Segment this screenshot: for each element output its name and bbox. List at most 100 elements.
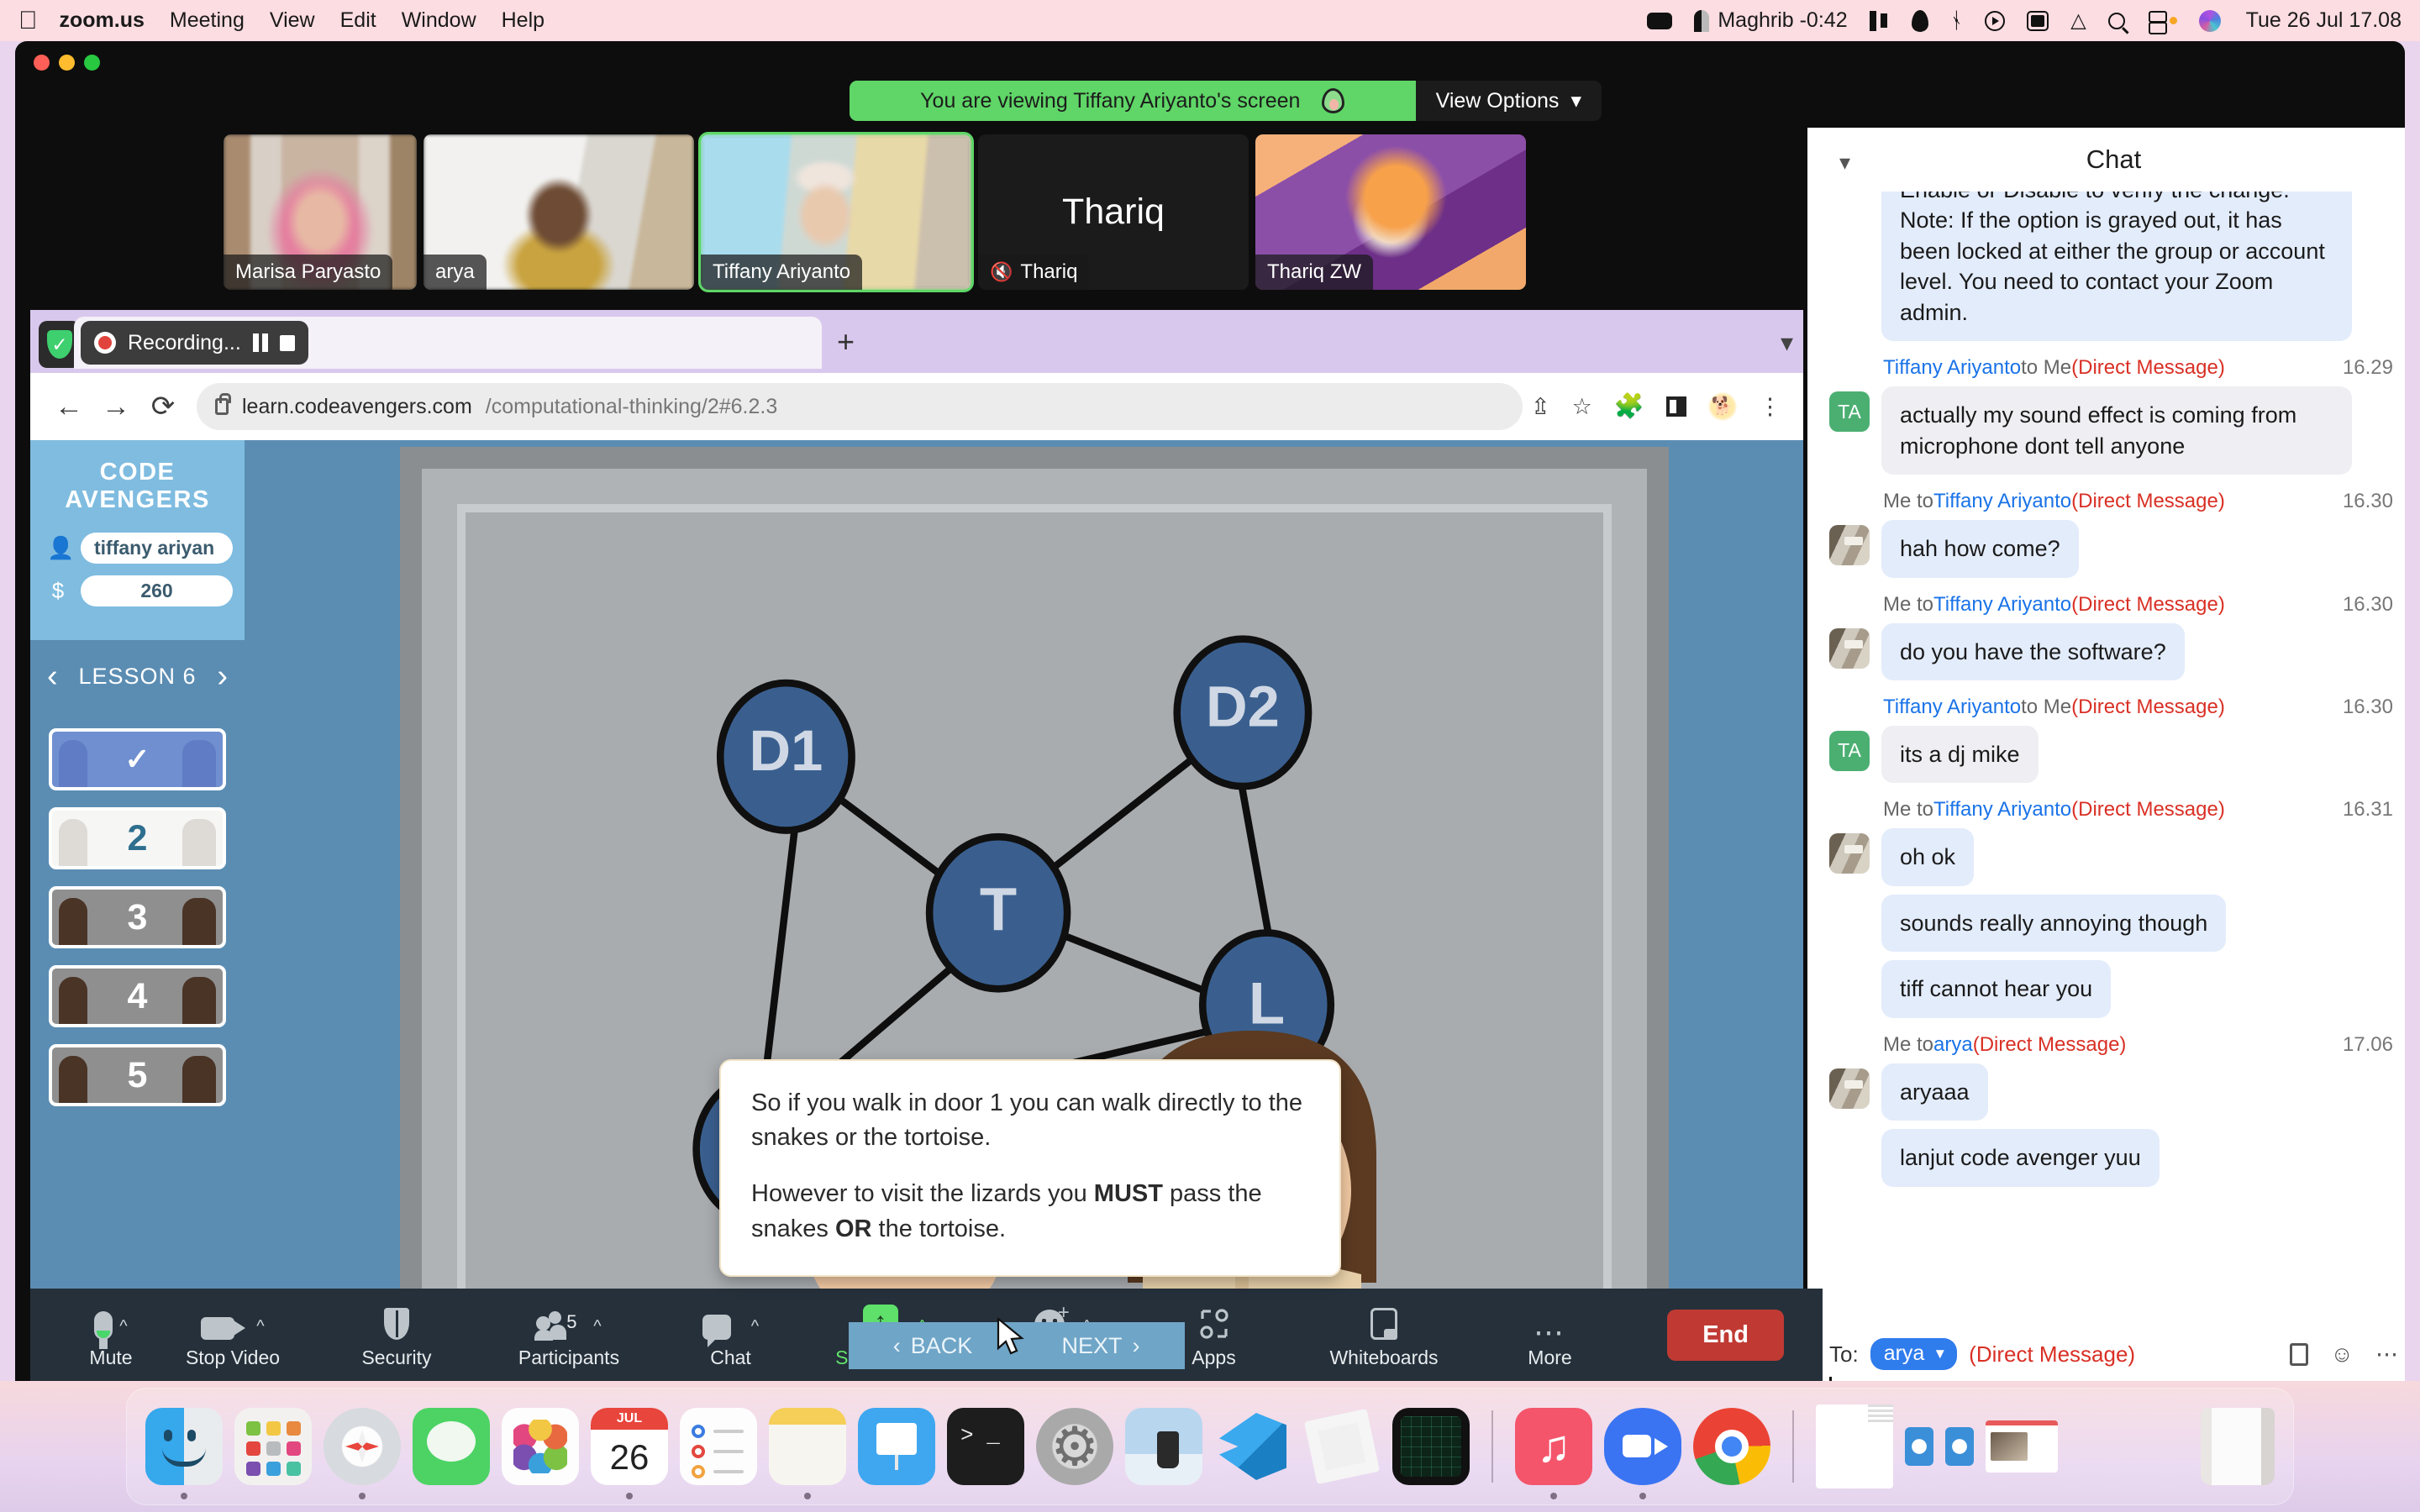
toolbar-participants[interactable]: 5 ^ Participants <box>481 1301 657 1369</box>
chat-message: TA its a dj mike <box>1829 725 2398 784</box>
bluetooth-icon[interactable]: ᛀ <box>1950 8 1964 34</box>
toolbar-security[interactable]: Security <box>313 1301 481 1369</box>
dog-extension-icon[interactable] <box>1708 392 1737 421</box>
stop-recording-button[interactable] <box>279 334 295 351</box>
next-lesson-button[interactable]: › <box>217 659 228 695</box>
recording-controls[interactable]: Recording... <box>81 321 308 365</box>
chevron-down-icon[interactable]: ▾ <box>1839 150 1850 176</box>
menubar-clock[interactable]: Tue 26 Jul 17.08 <box>2246 8 2402 33</box>
dock-terminal-icon[interactable] <box>947 1408 1024 1485</box>
chrome-menu-icon[interactable]: ⋮ <box>1759 394 1781 420</box>
search-icon[interactable] <box>2107 12 2125 29</box>
screen-record-icon[interactable] <box>1647 12 1673 29</box>
dock-finder-icon[interactable] <box>145 1408 223 1499</box>
new-tab-button[interactable]: + <box>837 327 855 357</box>
minimize-window-button[interactable] <box>59 55 75 71</box>
dock-music-icon[interactable] <box>1515 1408 1592 1499</box>
video-tile-marisa[interactable]: Marisa Paryasto <box>224 134 417 290</box>
dock-calendar-icon[interactable]: JUL 26 <box>591 1408 668 1499</box>
browser-reload-button[interactable]: ⟳ <box>139 390 187 423</box>
menu-window[interactable]: Window <box>402 8 476 33</box>
emoji-icon[interactable]: ☺ <box>2330 1341 2354 1368</box>
toolbar-more[interactable]: ⋯ More <box>1481 1301 1619 1369</box>
address-bar[interactable]: learn.codeavengers.com/computational-thi… <box>197 383 1523 430</box>
dock-safari-icon[interactable] <box>324 1408 401 1499</box>
lesson-step-1[interactable]: ✓ <box>49 728 226 790</box>
chrome-tabstrip-chevron-icon[interactable]: ▾ <box>1781 328 1793 358</box>
dock-minimized-window-thumb[interactable] <box>1986 1420 2058 1473</box>
dock-activity-monitor-icon[interactable] <box>1392 1408 1470 1485</box>
maximize-window-button[interactable] <box>84 55 100 71</box>
chat-message-list[interactable]: Enable or Disable to verify the change. … <box>1807 192 2405 1330</box>
video-tile-thariq-zw[interactable]: Thariq ZW <box>1255 134 1526 290</box>
dock-keynote-icon[interactable] <box>858 1408 935 1485</box>
end-meeting-button[interactable]: End <box>1667 1309 1784 1361</box>
participant-name-tag: Tiffany Ariyanto <box>701 255 863 290</box>
prev-lesson-button[interactable]: ‹ <box>47 659 58 695</box>
dock-launchpad-icon[interactable] <box>234 1408 312 1485</box>
toolbar-whiteboards[interactable]: Whiteboards <box>1287 1301 1481 1369</box>
dock-reminders-icon[interactable] <box>680 1408 757 1485</box>
avatar <box>1829 525 1870 566</box>
dock-zoom-icon[interactable] <box>1604 1408 1681 1499</box>
dock-vscode-icon[interactable] <box>1214 1408 1292 1485</box>
lesson-step-4[interactable]: 4 <box>49 965 226 1027</box>
dock-roblox-icon[interactable] <box>1303 1408 1381 1485</box>
lesson-step-5[interactable]: 5 <box>49 1044 226 1106</box>
stats-icon[interactable] <box>1869 10 1890 31</box>
menu-meeting[interactable]: Meeting <box>170 8 245 33</box>
menu-view[interactable]: View <box>270 8 315 33</box>
browser-forward-button[interactable]: → <box>92 391 139 423</box>
dock-chrome-icon[interactable] <box>1693 1408 1770 1485</box>
toolbar-chat[interactable]: ^ Chat <box>657 1301 804 1369</box>
dock-preview-icon[interactable] <box>1125 1408 1202 1485</box>
back-button[interactable]: ‹ BACK <box>849 1322 1017 1369</box>
video-tile-tiffany[interactable]: Tiffany Ariyanto <box>698 132 974 292</box>
video-tile-thariq[interactable]: Thariq 🔇 Thariq <box>978 134 1249 290</box>
toolbar-mute[interactable]: ^ Mute <box>69 1301 153 1369</box>
meta-prefix: Me to <box>1883 798 1934 822</box>
dock-minimized-safari-icon[interactable] <box>1905 1427 1933 1466</box>
dock-system-preferences-icon[interactable] <box>1036 1408 1113 1485</box>
browser-back-button[interactable]: ← <box>45 391 92 423</box>
file-icon[interactable] <box>2290 1342 2309 1366</box>
view-options-button[interactable]: View Options ▾ <box>1415 81 1602 121</box>
dock-trash-icon[interactable] <box>2201 1408 2275 1485</box>
menu-help[interactable]: Help <box>502 8 544 33</box>
display-icon[interactable] <box>2027 10 2049 31</box>
next-button[interactable]: NEXT › <box>1017 1322 1185 1369</box>
close-window-button[interactable] <box>34 55 50 71</box>
dock-minimized-safari-icon-2[interactable] <box>1945 1427 1974 1466</box>
toolbar-stop-video[interactable]: ^ Stop Video <box>153 1301 313 1369</box>
apple-menu-icon[interactable]:  <box>18 8 38 34</box>
more-icon[interactable]: ⋯ <box>2375 1341 2398 1368</box>
dock-messages-icon[interactable] <box>413 1408 490 1485</box>
share-icon[interactable]: ⇫ <box>1531 394 1550 420</box>
prayer-time-status[interactable]: Maghrib -0:42 <box>1694 8 1848 33</box>
direct-message-tag: (Direct Message) <box>2071 798 2225 822</box>
bookmark-star-icon[interactable]: ☆ <box>1572 394 1592 420</box>
menu-edit[interactable]: Edit <box>340 8 376 33</box>
dropbox-icon[interactable] <box>1911 9 1928 32</box>
view-options-label: View Options <box>1435 88 1560 113</box>
message-input-row[interactable]: Type message here... <box>1807 1370 2405 1381</box>
recipient-selector[interactable]: arya ▼ <box>1870 1338 1958 1370</box>
extensions-puzzle-icon[interactable]: 🧩 <box>1614 392 1644 421</box>
menu-app-name[interactable]: zoom.us <box>60 8 145 33</box>
dock-photos-icon[interactable] <box>502 1408 579 1485</box>
pause-recording-button[interactable] <box>252 333 268 352</box>
lesson-step-2[interactable]: 2 <box>49 807 226 869</box>
play-circle-icon[interactable] <box>1985 10 2006 31</box>
video-tile-arya[interactable]: arya <box>424 134 694 290</box>
dialog-line2-a: However to visit the lizards you <box>751 1180 1094 1208</box>
meta-prefix: Me to <box>1883 490 1934 513</box>
message-time: 17.06 <box>2342 1032 2393 1056</box>
window-traffic-lights[interactable] <box>34 55 100 71</box>
control-center-icon[interactable] <box>2147 10 2177 34</box>
siri-icon[interactable] <box>2198 9 2221 32</box>
lesson-step-3[interactable]: 3 <box>49 886 226 948</box>
dock-document-window-icon[interactable] <box>1816 1404 1893 1488</box>
wifi-icon[interactable]: △ <box>2070 8 2086 33</box>
sidepanel-icon[interactable] <box>1666 396 1686 417</box>
dock-notes-icon[interactable] <box>769 1408 846 1499</box>
